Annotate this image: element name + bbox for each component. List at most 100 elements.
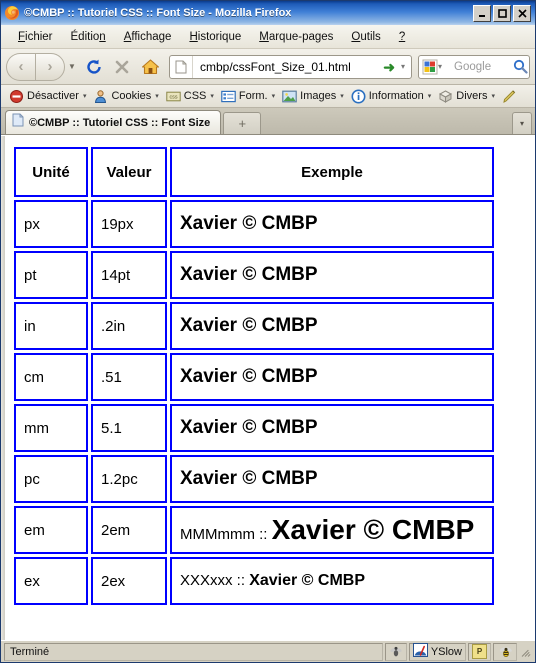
forward-button[interactable]: ›	[35, 52, 65, 81]
table-row: in .2in Xavier © CMBP	[14, 302, 494, 350]
home-button[interactable]	[137, 54, 163, 80]
cell-value: 19px	[91, 200, 167, 248]
chevron-down-icon[interactable]: ▾	[340, 92, 344, 100]
cell-unit: in	[14, 302, 88, 350]
table-row: ex 2ex XXXxxx :: Xavier © CMBP	[14, 557, 494, 605]
menu-item-aide[interactable]: ?	[390, 29, 414, 45]
example-text: Xavier © CMBP	[249, 572, 366, 589]
close-button[interactable]	[513, 4, 531, 22]
web-developer-toolbar: Désactiver ▾ Cookies ▾ css CSS ▾ Form. ▾…	[1, 85, 535, 108]
chevron-down-icon[interactable]: ▾	[491, 92, 495, 100]
address-bar[interactable]: cmbp/cssFont_Size_01.html ➜ ▾	[169, 54, 412, 79]
cell-unit: px	[14, 200, 88, 248]
cell-unit: pc	[14, 455, 88, 503]
google-icon[interactable]	[422, 59, 438, 75]
column-header-exemple: Exemple	[170, 147, 494, 197]
table-header-row: Unité Valeur Exemple	[14, 147, 494, 197]
cell-value: 5.1	[91, 404, 167, 452]
devbar-label-form: Form.	[238, 90, 268, 102]
back-button[interactable]: ‹	[6, 52, 35, 81]
cell-value: 14pt	[91, 251, 167, 299]
back-arrow-icon: ‹	[18, 58, 24, 75]
devbar-item-css[interactable]: css CSS ▾	[163, 88, 217, 105]
misc-icon	[438, 89, 453, 104]
menu-item-historique[interactable]: Historique	[180, 29, 250, 45]
example-text: Xavier © CMBP	[180, 213, 318, 234]
table-row: pc 1.2pc Xavier © CMBP	[14, 455, 494, 503]
cell-example: Xavier © CMBP	[170, 404, 494, 452]
back-forward-group: ‹ › ▼	[6, 52, 79, 81]
url-dropdown-button[interactable]: ▾	[401, 62, 411, 71]
table-row: em 2em MMMmmm :: Xavier © CMBP	[14, 506, 494, 554]
devbar-item-cookies[interactable]: Cookies ▾	[90, 88, 161, 105]
tab-title: ©CMBP :: Tutoriel CSS :: Font Size	[29, 116, 211, 129]
cell-value: .51	[91, 353, 167, 401]
disable-icon	[9, 89, 24, 104]
tab-list-button[interactable]: ▾	[512, 112, 532, 134]
title-bar: ©CMBP :: Tutoriel CSS :: Font Size - Moz…	[1, 1, 535, 25]
example-text: Xavier © CMBP	[180, 264, 318, 285]
cell-example: Xavier © CMBP	[170, 455, 494, 503]
menu-item-fichier[interactable]: Fichier	[9, 29, 62, 45]
yslow-button[interactable]: YSlow	[408, 642, 466, 661]
menu-bar: Fichier Édition Affichage Historique Mar…	[1, 25, 535, 49]
page-badge[interactable]: P	[468, 642, 491, 661]
cell-unit: em	[14, 506, 88, 554]
resize-grip[interactable]	[519, 643, 533, 661]
devbar-item-images[interactable]: Images ▾	[279, 88, 347, 105]
wasp-validator-icon[interactable]	[493, 642, 517, 661]
devbar-label-cookies: Cookies	[111, 90, 152, 102]
chevron-down-icon[interactable]: ▾	[272, 92, 276, 100]
cell-unit: mm	[14, 404, 88, 452]
minimize-button[interactable]	[473, 4, 491, 22]
search-engine-caret[interactable]: ▾	[438, 62, 448, 71]
devbar-item-divers[interactable]: Divers ▾	[435, 88, 498, 105]
devbar-label-divers: Divers	[456, 90, 488, 102]
chevron-down-icon[interactable]: ▾	[210, 92, 214, 100]
page-body: Unité Valeur Exemple px 19px Xavier © CM…	[5, 136, 535, 640]
table-row: cm .51 Xavier © CMBP	[14, 353, 494, 401]
navigation-toolbar: ‹ › ▼ cmbp/cssFont_Size_01.html ➜ ▾ ▾ Go…	[1, 49, 535, 85]
search-bar[interactable]: ▾ Google	[418, 54, 530, 79]
devbar-item-information[interactable]: Information ▾	[348, 88, 435, 105]
devbar-item-desactiver[interactable]: Désactiver ▾	[6, 88, 89, 105]
page-favicon	[170, 55, 193, 78]
devbar-label-information: Information	[368, 90, 424, 102]
stop-button[interactable]	[109, 54, 135, 80]
history-dropdown-button[interactable]: ▼	[65, 54, 79, 80]
tab-cmbp-font-size[interactable]: ©CMBP :: Tutoriel CSS :: Font Size	[5, 110, 222, 134]
go-button[interactable]: ➜	[377, 60, 401, 74]
firefox-icon	[4, 5, 20, 21]
menu-item-marque-pages[interactable]: Marque-pages	[250, 29, 342, 45]
font-size-table: Unité Valeur Exemple px 19px Xavier © CM…	[11, 144, 497, 608]
cell-example: Xavier © CMBP	[170, 251, 494, 299]
maximize-button[interactable]	[493, 4, 511, 22]
search-input[interactable]: Google	[448, 61, 511, 73]
images-icon	[282, 89, 297, 104]
devbar-overflow[interactable]	[499, 88, 520, 105]
window-controls	[473, 4, 533, 22]
cell-example: Xavier © CMBP	[170, 353, 494, 401]
menu-item-affichage[interactable]: Affichage	[115, 29, 181, 45]
reload-button[interactable]	[81, 54, 107, 80]
menu-item-outils[interactable]: Outils	[342, 29, 389, 45]
example-text: Xavier © CMBP	[180, 315, 318, 336]
fly-debug-icon[interactable]	[384, 642, 407, 661]
devbar-item-form[interactable]: Form. ▾	[218, 88, 278, 105]
magnifier-icon[interactable]	[511, 58, 529, 76]
menu-item-edition[interactable]: Édition	[62, 29, 115, 45]
example-text: Xavier © CMBP	[180, 468, 318, 489]
cell-value: .2in	[91, 302, 167, 350]
cell-value: 2ex	[91, 557, 167, 605]
status-bar: Terminé YSlow P	[1, 640, 535, 662]
chevron-down-icon[interactable]: ▾	[83, 92, 87, 100]
css-icon: css	[166, 89, 181, 104]
url-text[interactable]: cmbp/cssFont_Size_01.html	[193, 60, 377, 74]
cookies-icon	[93, 89, 108, 104]
chevron-down-icon[interactable]: ▾	[155, 92, 159, 100]
table-body: Unité Valeur Exemple px 19px Xavier © CM…	[14, 147, 494, 605]
devbar-label-desactiver: Désactiver	[27, 90, 79, 102]
browser-window: ©CMBP :: Tutoriel CSS :: Font Size - Moz…	[0, 0, 536, 663]
chevron-down-icon[interactable]: ▾	[428, 92, 432, 100]
new-tab-button[interactable]: +	[223, 112, 262, 134]
